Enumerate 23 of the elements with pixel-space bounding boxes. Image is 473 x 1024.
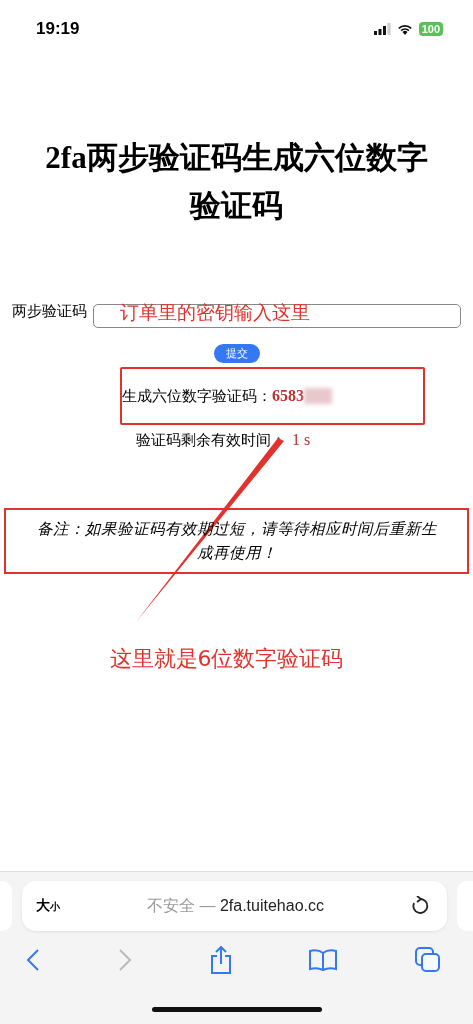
battery-level: 100 [418,22,443,36]
security-label: 不安全 — [147,896,216,914]
reload-icon[interactable] [411,896,429,916]
wifi-icon [396,23,413,35]
result-label: 生成六位数字验证码： [122,386,272,406]
code-value: 6583 [272,387,304,405]
status-time: 19:19 [36,19,80,39]
url-text: 2fa.tuitehao.cc [219,896,324,914]
timer-label: 验证码剩余有效时间： [136,431,286,450]
signal-icon [373,23,391,35]
address-bar[interactable]: 大小 不安全 — 2fa.tuitehao.cc [22,881,447,931]
timer-value: 1 s [292,431,311,450]
secret-input-field[interactable]: 订单里的密钥输入这里 [93,304,461,328]
annotation-text: 订单里的密钥输入这里 [120,301,310,323]
annotation-text: 这里就是6位数字验证码 [108,645,345,673]
back-icon[interactable] [26,949,40,971]
submit-button[interactable]: 提交 [213,344,260,363]
field-label: 两步验证码 [12,301,87,321]
share-icon[interactable] [209,946,232,974]
tabs-icon[interactable] [415,947,441,973]
bookmarks-icon[interactable] [309,949,338,971]
page-title: 2fa两步验证码生成六位数字验证码 [44,139,429,225]
text-size-button[interactable]: 大小 [36,897,60,915]
